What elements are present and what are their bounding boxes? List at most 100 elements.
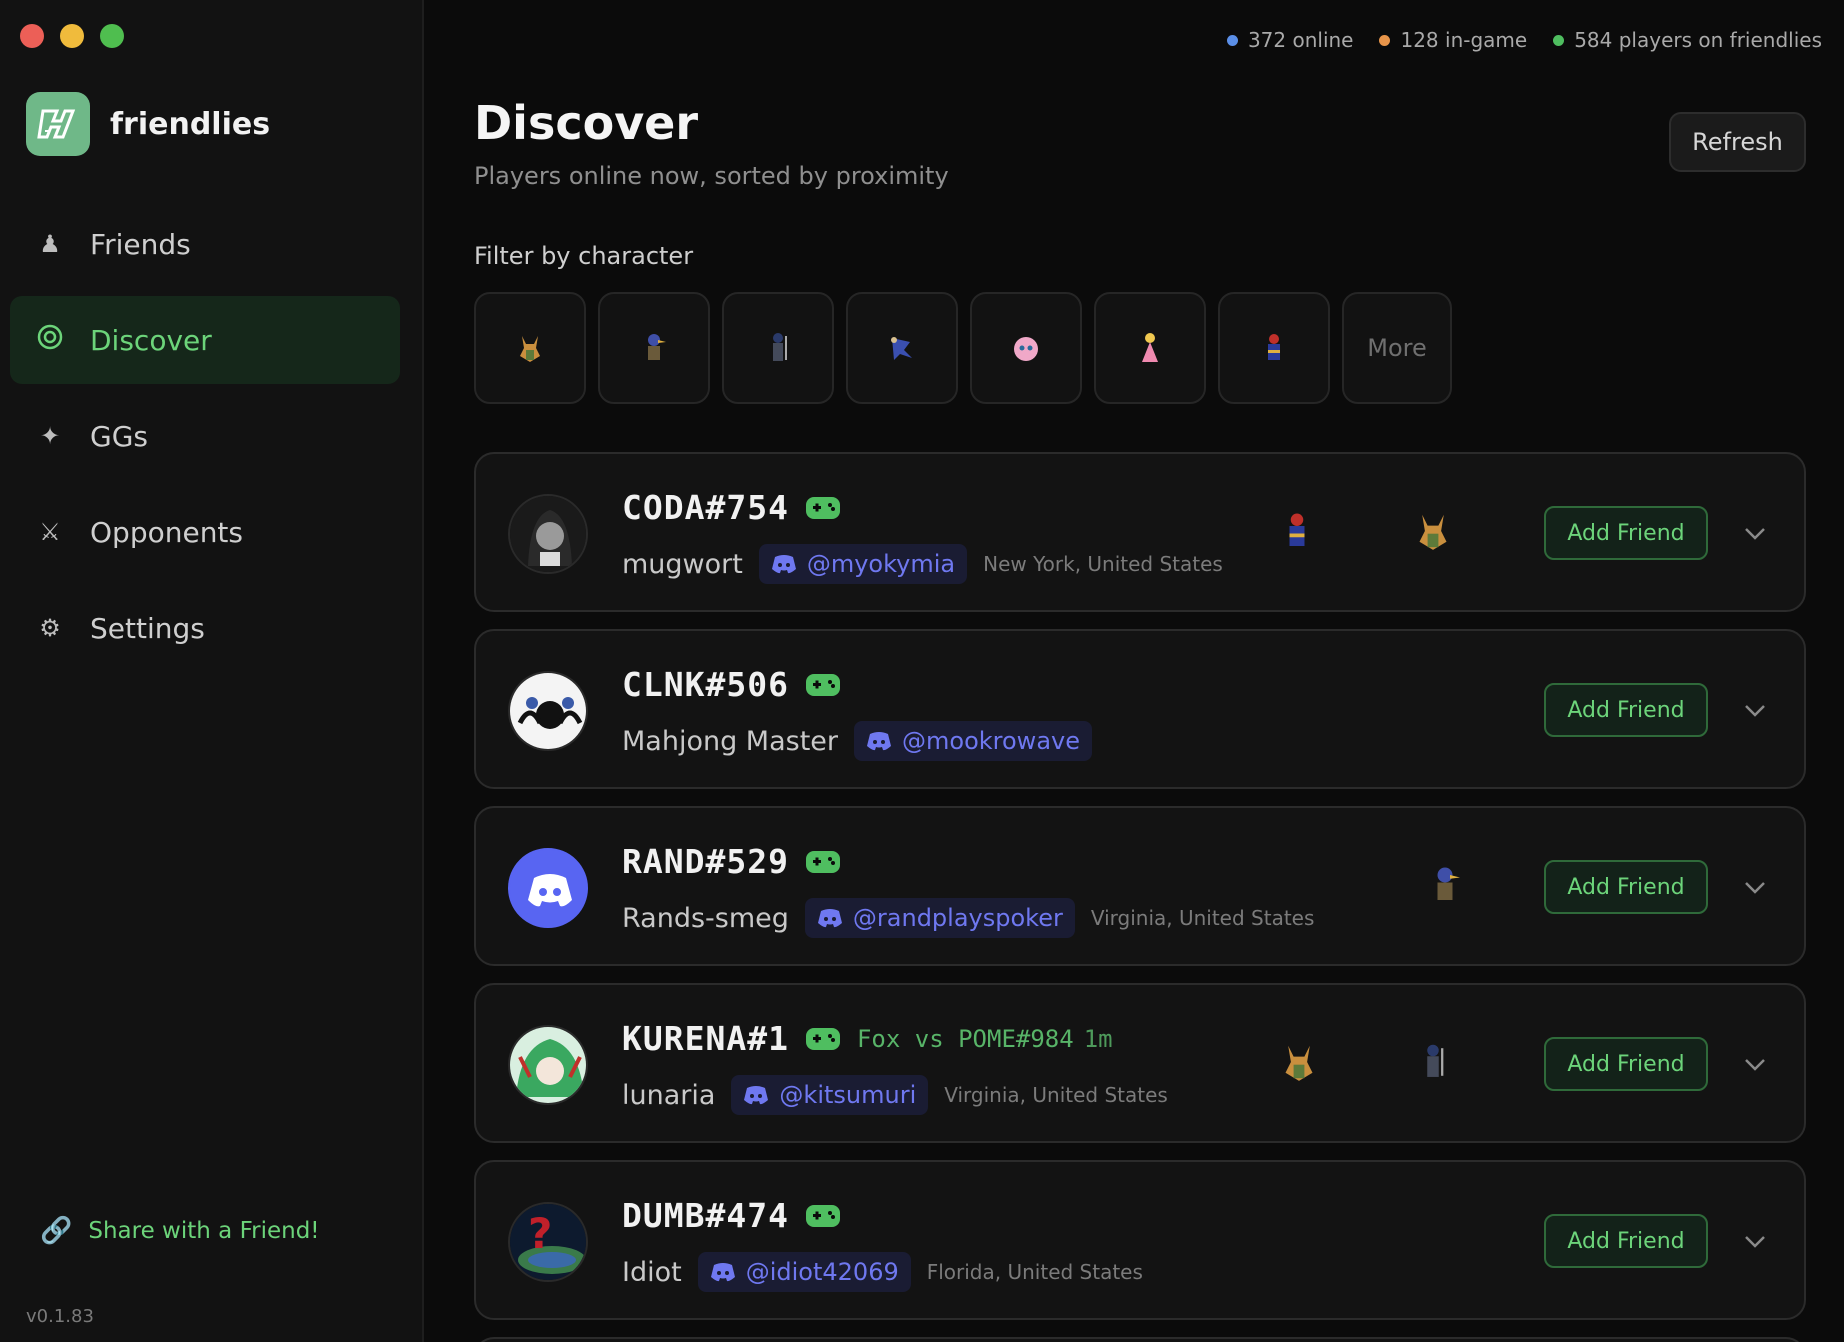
filter-captain-falcon-button[interactable] [1218,292,1330,404]
refresh-button[interactable]: Refresh [1669,112,1806,172]
filter-sheik-button[interactable] [846,292,958,404]
avatar[interactable] [508,1025,588,1105]
chevron-down-icon[interactable] [1740,872,1770,902]
share-link[interactable]: 🔗 Share with a Friend! [40,1216,320,1246]
infoline: Idiot @idiot42069 Florida, United States [622,1252,1143,1292]
window-controls [20,24,124,48]
current-match-time: 1m [1083,1024,1113,1053]
stat-players-text: 584 players on friendlies [1574,28,1822,52]
stat-online-text: 372 online [1247,28,1354,52]
tagline: RAND#529 [622,842,841,881]
player-card: RAND#529 Rands-smeg @randplayspoker Virg… [474,806,1806,966]
gamepad-icon [805,496,840,519]
chevron-down-icon[interactable] [1740,695,1770,725]
stat-in-game-text: 128 in-game [1400,28,1528,52]
filter-more-button[interactable]: More [1342,292,1452,404]
player-card [474,1337,1806,1342]
avatar[interactable] [508,494,588,574]
player-tag: RAND#529 [622,842,789,881]
character-filter: More [474,292,1452,404]
main-characters [1420,858,1470,912]
discord-handle: @myokymia [806,550,956,578]
chevron-down-icon[interactable] [1740,1049,1770,1079]
gear-icon: ⚙ [39,614,61,642]
add-friend-button[interactable]: Add Friend [1544,683,1708,737]
gamepad-icon [805,1204,840,1227]
tagline: DUMB#474 [622,1196,841,1235]
discord-badge[interactable]: @randplayspoker [804,898,1075,938]
sidebar-item-label: Opponents [90,515,244,549]
online-stats: 372 online 128 in-game 584 players on fr… [1226,28,1822,52]
sheik-icon [891,337,912,360]
link-icon: 🔗 [40,1216,73,1246]
captain-falcon-icon [1289,513,1305,546]
close-window-button[interactable] [20,24,44,48]
discord-badge[interactable]: @mookrowave [854,721,1092,761]
infoline: mugwort @myokymia New York, United State… [622,544,1223,584]
filter-marth-button[interactable] [722,292,834,404]
add-friend-button[interactable]: Add Friend [1544,1214,1708,1268]
swords-icon: ⚔ [39,518,61,546]
maximize-window-button[interactable] [100,24,124,48]
person-icon: ♟ [39,230,61,258]
discord-icon [744,1086,769,1105]
discord-badge[interactable]: @kitsumuri [731,1075,929,1115]
avatar[interactable]: ? [508,1202,588,1282]
discord-icon [817,909,842,928]
sidebar-item-label: Friends [90,227,191,261]
location: Florida, United States [926,1260,1143,1284]
app-version: v0.1.83 [26,1306,94,1327]
main-characters [1272,504,1460,558]
brand: friendlies [26,92,270,156]
discord-badge[interactable]: @idiot42069 [697,1252,911,1292]
filter-jigglypuff-button[interactable] [970,292,1082,404]
gamepad-icon [805,1027,840,1050]
tagline: CLNK#506 [622,665,841,704]
sidebar-item-opponents[interactable]: ⚔ Opponents [10,488,400,576]
add-friend-button[interactable]: Add Friend [1544,860,1708,914]
discord-badge[interactable]: @myokymia [758,544,968,584]
app-window: friendlies ♟ Friends Discover ✦ GGs ⚔ Op… [0,0,1844,1342]
captain-falcon-icon [1268,334,1280,360]
infoline: Rands-smeg @randplayspoker Virginia, Uni… [622,898,1314,938]
marth-icon [1427,1044,1444,1077]
page-title: Discover [474,96,699,150]
sidebar-item-settings[interactable]: ⚙ Settings [10,584,400,672]
location: Virginia, United States [1090,906,1315,930]
location: Virginia, United States [944,1083,1168,1107]
gamepad-icon [805,673,840,696]
discord-handle: @kitsumuri [779,1081,917,1109]
stat-players: 584 players on friendlies [1553,28,1822,52]
discord-handle: @idiot42069 [745,1258,899,1286]
chevron-down-icon[interactable] [1740,1226,1770,1256]
player-card: ? DUMB#474 Idiot @idiot42069 Florida, Un… [474,1160,1806,1320]
avatar[interactable] [508,848,588,928]
player-list: CODA#754 mugwort @myokymia New York, Uni… [474,452,1806,1342]
infoline: Mahjong Master @mookrowave [622,721,1092,761]
sidebar-item-label: Discover [90,323,212,357]
peach-icon [1142,333,1158,362]
minimize-window-button[interactable] [60,24,84,48]
discord-icon [710,1263,735,1282]
chevron-down-icon[interactable] [1740,518,1770,548]
in-game-dot-icon [1379,34,1391,46]
location: New York, United States [983,552,1223,576]
filter-peach-button[interactable] [1094,292,1206,404]
filter-fox-button[interactable] [474,292,586,404]
avatar[interactable] [508,671,588,751]
page-subtitle: Players online now, sorted by proximity [474,162,949,190]
add-friend-button[interactable]: Add Friend [1544,506,1708,560]
sidebar-item-friends[interactable]: ♟ Friends [10,200,400,288]
sidebar-item-discover[interactable]: Discover [10,296,400,384]
add-friend-button[interactable]: Add Friend [1544,1037,1708,1091]
display-name: mugwort [622,548,743,580]
sidebar-nav: ♟ Friends Discover ✦ GGs ⚔ Opponents ⚙ S… [10,200,400,680]
display-name: Mahjong Master [622,725,839,757]
discord-handle: @randplayspoker [852,904,1063,932]
filter-falco-button[interactable] [598,292,710,404]
gamepad-icon [805,850,840,873]
fox-icon [1419,514,1447,550]
player-tag: KURENA#1 [622,1019,789,1058]
sidebar-item-ggs[interactable]: ✦ GGs [10,392,400,480]
player-card: CODA#754 mugwort @myokymia New York, Uni… [474,452,1806,612]
